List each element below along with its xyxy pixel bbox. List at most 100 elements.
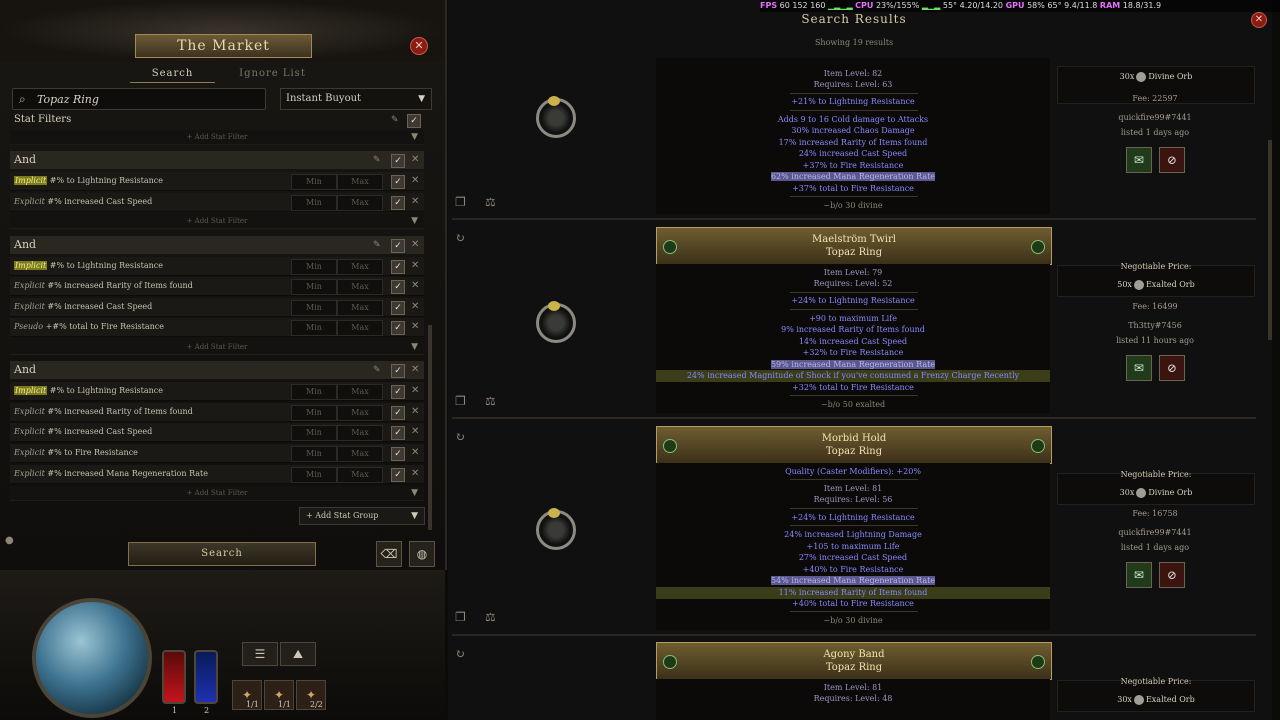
checkbox[interactable]: ✓ xyxy=(391,154,405,168)
close-icon[interactable]: ✕ xyxy=(411,257,419,275)
add-stat-group-dropdown[interactable]: + Add Stat Group ▼ xyxy=(299,507,425,525)
tab-ignore-list[interactable]: Ignore List xyxy=(225,66,320,82)
result-divider xyxy=(452,634,1256,636)
close-icon[interactable]: ✕ xyxy=(411,403,419,421)
close-icon[interactable]: ✕ xyxy=(411,236,419,254)
broom-icon[interactable]: ⌫ xyxy=(376,541,402,567)
ornament-icon xyxy=(1031,240,1045,254)
scale-icon[interactable]: ⚖ xyxy=(485,394,496,408)
min-input[interactable]: Min xyxy=(291,174,337,190)
checkbox[interactable]: ✓ xyxy=(391,468,405,482)
menu-icon[interactable]: ☰ xyxy=(242,642,278,666)
stat-filter-row: Explicit #% increased Cast Speed Min Max… xyxy=(10,298,424,317)
block-button[interactable]: ⊘ xyxy=(1159,562,1185,588)
refresh-icon[interactable]: ↻ xyxy=(455,231,465,245)
add-stat-filter-row[interactable]: + Add Stat Filter ▼ xyxy=(10,486,424,501)
close-icon[interactable]: ✕ xyxy=(411,151,419,169)
tab-search[interactable]: Search xyxy=(130,66,215,83)
checkbox[interactable]: ✓ xyxy=(391,175,405,189)
close-icon[interactable]: ✕ xyxy=(411,298,419,316)
edit-icon[interactable]: ✎ xyxy=(391,111,399,129)
edit-icon[interactable]: ✎ xyxy=(373,151,381,169)
close-icon[interactable]: ✕ xyxy=(411,318,419,336)
seller-name[interactable]: quickfire99#7441 xyxy=(1057,113,1253,122)
whisper-button[interactable]: ✉ xyxy=(1126,562,1152,588)
max-input[interactable]: Max xyxy=(337,446,383,462)
globe-icon[interactable]: ◍ xyxy=(409,541,435,567)
market-close-button[interactable]: ✕ xyxy=(410,37,428,55)
close-icon[interactable]: ✕ xyxy=(411,423,419,441)
map-icon[interactable]: ⛰ xyxy=(280,642,316,666)
max-input[interactable]: Max xyxy=(337,384,383,400)
filter-text: #% increased Cast Speed xyxy=(47,197,153,206)
refresh-icon[interactable]: ↻ xyxy=(455,647,465,661)
close-icon[interactable]: ✕ xyxy=(411,277,419,295)
max-input[interactable]: Max xyxy=(337,467,383,483)
close-icon[interactable]: ✕ xyxy=(411,172,419,190)
seller-name[interactable]: quickfire99#7441 xyxy=(1057,528,1253,537)
max-input[interactable]: Max xyxy=(337,279,383,295)
min-input[interactable]: Min xyxy=(291,467,337,483)
max-input[interactable]: Max xyxy=(337,195,383,211)
max-input[interactable]: Max xyxy=(337,425,383,441)
filters-scrollbar[interactable] xyxy=(428,325,432,530)
search-box[interactable]: ⌕ xyxy=(12,88,266,110)
edit-icon[interactable]: ✎ xyxy=(373,236,381,254)
search-button[interactable]: Search xyxy=(128,542,316,566)
min-input[interactable]: Min xyxy=(291,320,337,336)
refresh-icon[interactable]: ↻ xyxy=(455,430,465,444)
whisper-button[interactable]: ✉ xyxy=(1126,147,1152,173)
results-close-button[interactable]: ✕ xyxy=(1251,12,1267,28)
checkbox[interactable]: ✓ xyxy=(391,364,405,378)
max-input[interactable]: Max xyxy=(337,300,383,316)
min-input[interactable]: Min xyxy=(291,384,337,400)
chat-icon[interactable]: ● xyxy=(5,535,14,546)
checkbox[interactable]: ✓ xyxy=(391,301,405,315)
min-input[interactable]: Min xyxy=(291,425,337,441)
search-input[interactable] xyxy=(35,90,259,109)
block-button[interactable]: ⊘ xyxy=(1159,147,1185,173)
ornament-icon xyxy=(663,240,677,254)
max-input[interactable]: Max xyxy=(337,320,383,336)
checkbox[interactable]: ✓ xyxy=(407,114,421,128)
buyout-dropdown[interactable]: Instant Buyout ▼ xyxy=(280,88,432,110)
min-input[interactable]: Min xyxy=(291,446,337,462)
max-input[interactable]: Max xyxy=(337,259,383,275)
life-flask[interactable] xyxy=(162,650,186,704)
checkbox[interactable]: ✓ xyxy=(391,260,405,274)
checkbox[interactable]: ✓ xyxy=(391,406,405,420)
checkbox[interactable]: ✓ xyxy=(391,426,405,440)
copy-icon[interactable]: ❐ xyxy=(455,394,466,408)
add-stat-filter-row[interactable]: + Add Stat Filter ▼ xyxy=(10,214,424,229)
min-input[interactable]: Min xyxy=(291,279,337,295)
whisper-button[interactable]: ✉ xyxy=(1126,355,1152,381)
min-input[interactable]: Min xyxy=(291,195,337,211)
checkbox[interactable]: ✓ xyxy=(391,280,405,294)
checkbox[interactable]: ✓ xyxy=(391,447,405,461)
checkbox[interactable]: ✓ xyxy=(391,196,405,210)
min-input[interactable]: Min xyxy=(291,405,337,421)
scale-icon[interactable]: ⚖ xyxy=(485,610,496,624)
copy-icon[interactable]: ❐ xyxy=(455,610,466,624)
block-button[interactable]: ⊘ xyxy=(1159,355,1185,381)
add-stat-filter-row[interactable]: + Add Stat Filter ▼ xyxy=(10,340,424,355)
min-input[interactable]: Min xyxy=(291,259,337,275)
checkbox[interactable]: ✓ xyxy=(391,239,405,253)
max-input[interactable]: Max xyxy=(337,405,383,421)
close-icon[interactable]: ✕ xyxy=(411,382,419,400)
scale-icon[interactable]: ⚖ xyxy=(485,195,496,209)
max-input[interactable]: Max xyxy=(337,174,383,190)
checkbox[interactable]: ✓ xyxy=(391,385,405,399)
close-icon[interactable]: ✕ xyxy=(411,361,419,379)
edit-icon[interactable]: ✎ xyxy=(373,361,381,379)
copy-icon[interactable]: ❐ xyxy=(455,195,466,209)
close-icon[interactable]: ✕ xyxy=(411,444,419,462)
seller-name[interactable]: Th3tty#7456 xyxy=(1057,321,1253,330)
close-icon[interactable]: ✕ xyxy=(411,193,419,211)
results-scrollbar[interactable] xyxy=(1268,140,1272,340)
close-icon[interactable]: ✕ xyxy=(411,465,419,483)
checkbox[interactable]: ✓ xyxy=(391,321,405,335)
min-input[interactable]: Min xyxy=(291,300,337,316)
mana-flask[interactable] xyxy=(194,650,218,704)
add-stat-filter-row[interactable]: + Add Stat Filter ▼ xyxy=(10,130,424,145)
